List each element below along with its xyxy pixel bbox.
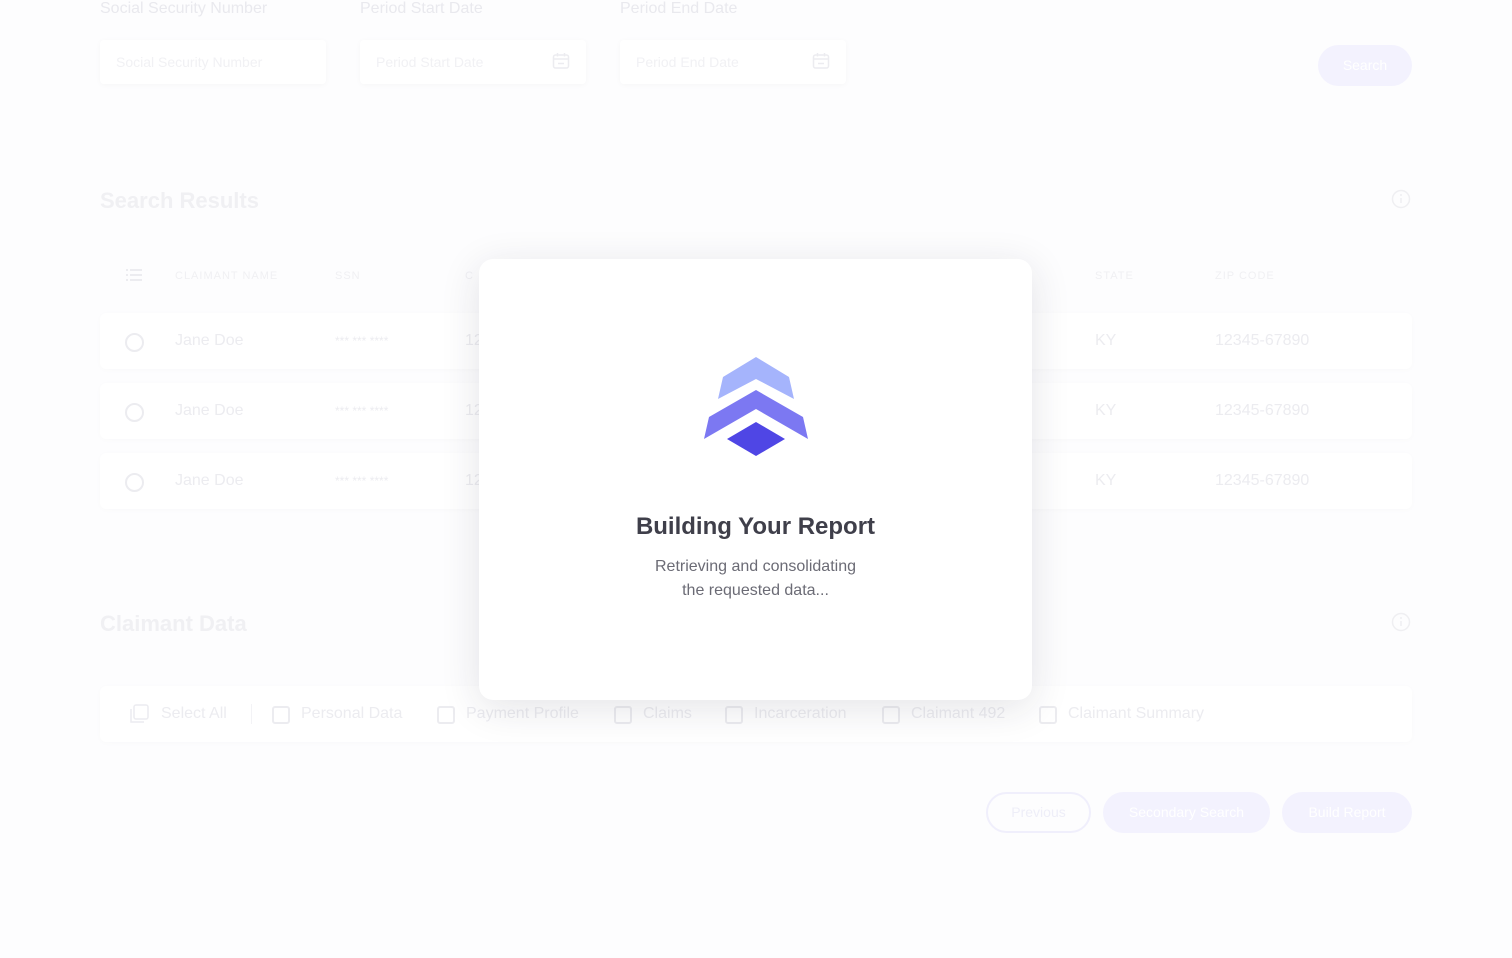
payment-profile-checkbox[interactable]: [437, 706, 455, 724]
period-end-placeholder: Period End Date: [636, 54, 739, 70]
ssn-value: *** *** ****: [335, 334, 389, 348]
calendar-icon[interactable]: [552, 52, 570, 70]
search-button[interactable]: Search: [1318, 45, 1412, 86]
row-select-radio[interactable]: [125, 473, 144, 492]
claimant-data-title: Claimant Data: [100, 611, 247, 636]
ssn-value: *** *** ****: [335, 404, 389, 418]
ssn-input[interactable]: Social Security Number: [100, 40, 326, 84]
modal-message: Retrieving and consolidating the request…: [479, 555, 1032, 603]
select-all-icon[interactable]: [129, 704, 149, 724]
column-header-state[interactable]: STATE: [1095, 270, 1134, 282]
modal-title: Building Your Report: [635, 513, 876, 540]
claimant-summary-label[interactable]: Claimant Summary: [1068, 705, 1204, 723]
period-start-label: Period Start Date: [360, 0, 483, 17]
column-header-ssn[interactable]: SSN: [335, 270, 361, 282]
zip-value: 12345-67890: [1215, 402, 1310, 419]
personal-data-label[interactable]: Personal Data: [301, 705, 402, 723]
ssn-value: *** *** ****: [335, 474, 389, 488]
period-end-label: Period End Date: [620, 0, 738, 17]
period-start-placeholder: Period Start Date: [376, 54, 484, 70]
build-report-button[interactable]: Build Report: [1282, 792, 1412, 833]
report-builder-page: Social Security Number Period Start Date…: [0, 0, 1512, 958]
previous-button[interactable]: Previous: [986, 792, 1091, 833]
claimant-492-label[interactable]: Claimant 492: [911, 705, 1005, 723]
secondary-search-button[interactable]: Secondary Search: [1103, 792, 1270, 833]
claimant-summary-checkbox[interactable]: [1039, 706, 1057, 724]
modal-message-line-1: Retrieving and consolidating: [654, 558, 856, 575]
claims-label[interactable]: Claims: [643, 705, 692, 723]
payment-profile-label[interactable]: Payment Profile: [466, 705, 579, 723]
select-all-label[interactable]: Select All: [161, 705, 227, 723]
modal-message-line-2: the requested data...: [682, 582, 829, 599]
incarceration-label[interactable]: Incarceration: [754, 705, 847, 723]
list-icon[interactable]: [126, 268, 142, 282]
incarceration-checkbox[interactable]: [725, 706, 743, 724]
claimant-name: Jane Doe: [175, 332, 244, 349]
search-results-title: Search Results: [100, 188, 259, 213]
period-end-input[interactable]: Period End Date: [620, 40, 846, 84]
claimant-name: Jane Doe: [175, 472, 244, 489]
claimant-492-checkbox[interactable]: [882, 706, 900, 724]
claims-checkbox[interactable]: [614, 706, 632, 724]
calendar-icon[interactable]: [812, 52, 830, 70]
building-report-modal: Building Your Report Retrieving and cons…: [479, 259, 1032, 700]
zip-value: 12345-67890: [1215, 472, 1310, 489]
state-value: KY: [1095, 402, 1117, 419]
column-header-zip-code[interactable]: ZIP CODE: [1215, 270, 1275, 282]
period-start-input[interactable]: Period Start Date: [360, 40, 586, 84]
column-header-claimant-name[interactable]: CLAIMANT NAME: [175, 270, 278, 282]
info-icon[interactable]: [1391, 612, 1411, 632]
claimant-name: Jane Doe: [175, 402, 244, 419]
info-icon[interactable]: [1391, 189, 1411, 209]
personal-data-checkbox[interactable]: [272, 706, 290, 724]
layered-chevron-logo-icon: [704, 357, 808, 456]
ssn-input-placeholder: Social Security Number: [116, 54, 263, 70]
state-value: KY: [1095, 472, 1117, 489]
state-value: KY: [1095, 332, 1117, 349]
column-header-partial[interactable]: C: [465, 270, 474, 282]
ssn-label: Social Security Number: [100, 0, 268, 17]
zip-value: 12345-67890: [1215, 332, 1310, 349]
divider: [251, 704, 252, 724]
row-select-radio[interactable]: [125, 333, 144, 352]
row-select-radio[interactable]: [125, 403, 144, 422]
